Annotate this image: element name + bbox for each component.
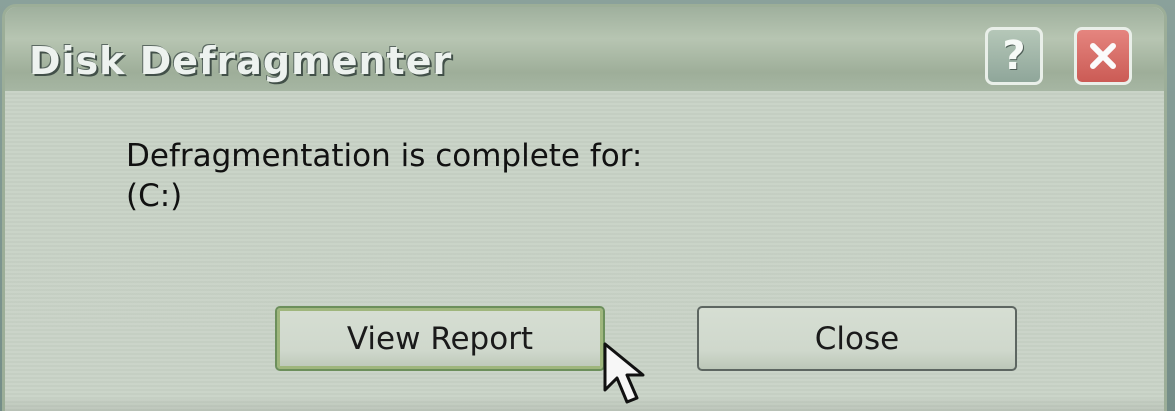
dialog-content: Defragmentation is complete for: (C:) Vi… — [5, 91, 1164, 411]
dialog-bottom-edge — [5, 399, 1164, 411]
title-bar: Disk Defragmenter ? — [5, 7, 1164, 91]
screen: Disk Defragmenter ? Defragmentation is c… — [0, 0, 1175, 411]
window-title: Disk Defragmenter — [29, 39, 453, 83]
disk-defragmenter-dialog: Disk Defragmenter ? Defragmentation is c… — [2, 4, 1167, 411]
completion-message: Defragmentation is complete for: (C:) — [126, 136, 642, 216]
drive-label: (C:) — [126, 178, 183, 214]
completion-line-1: Defragmentation is complete for: — [126, 138, 643, 174]
close-icon — [1086, 39, 1120, 73]
window-close-button[interactable] — [1074, 27, 1132, 85]
close-button[interactable]: Close — [697, 306, 1017, 371]
help-icon: ? — [1002, 33, 1026, 79]
mouse-pointer-icon — [603, 342, 655, 410]
help-button[interactable]: ? — [985, 27, 1043, 85]
view-report-button[interactable]: View Report — [275, 306, 605, 371]
